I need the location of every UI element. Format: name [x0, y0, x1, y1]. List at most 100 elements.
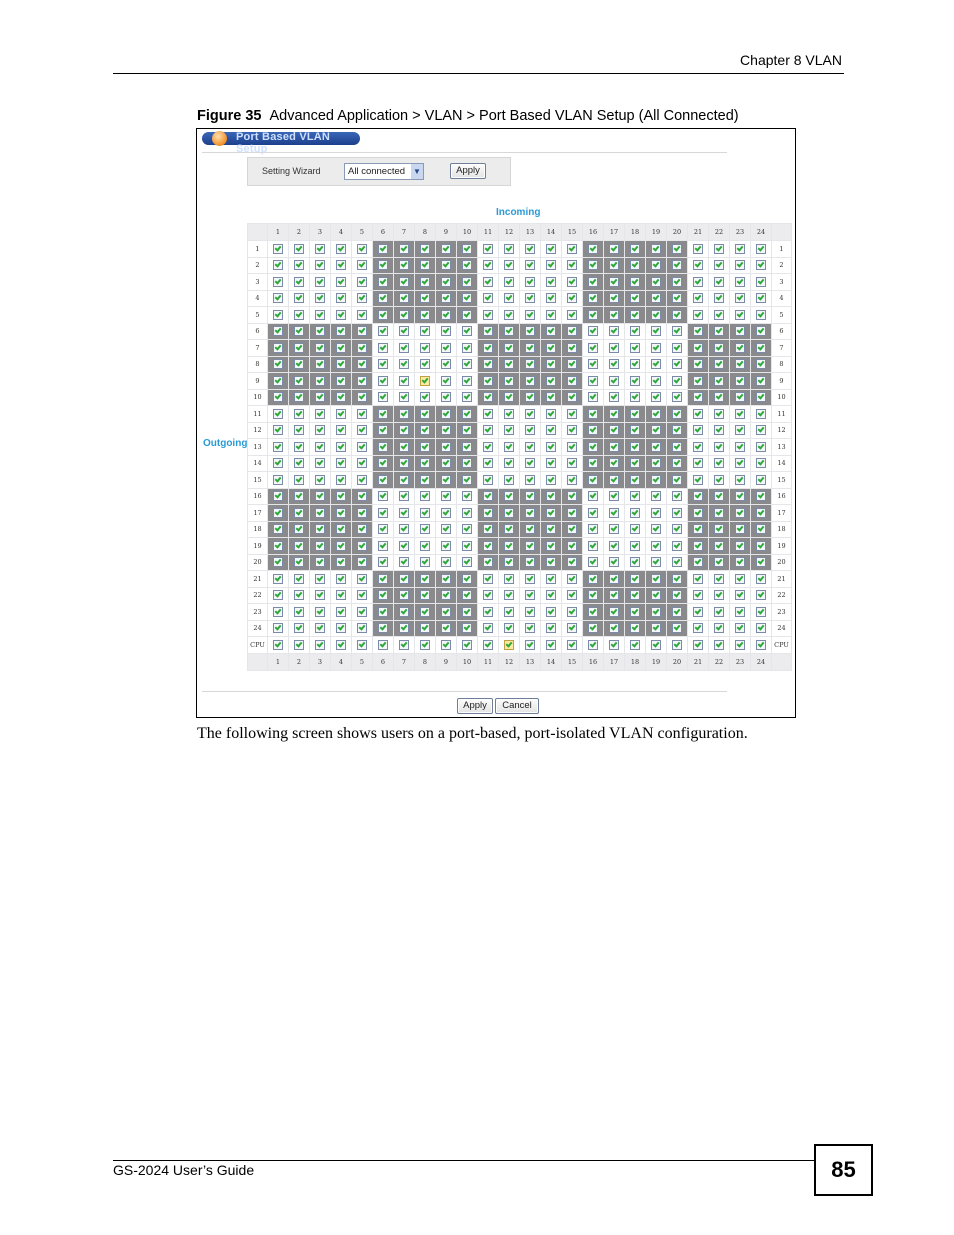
port-checkbox[interactable] [336, 507, 346, 518]
port-checkbox[interactable] [483, 342, 493, 353]
port-checkbox[interactable] [315, 441, 325, 452]
port-checkbox[interactable] [672, 441, 682, 452]
port-checkbox[interactable] [630, 507, 640, 518]
port-checkbox[interactable] [483, 474, 493, 485]
port-checkbox[interactable] [336, 260, 346, 271]
port-checkbox[interactable] [609, 408, 619, 419]
port-checkbox[interactable] [714, 491, 724, 502]
port-checkbox[interactable] [378, 474, 388, 485]
port-checkbox[interactable] [588, 458, 598, 469]
port-checkbox[interactable] [630, 639, 640, 650]
port-checkbox[interactable] [315, 557, 325, 568]
port-checkbox[interactable] [315, 458, 325, 469]
port-checkbox[interactable] [714, 359, 724, 370]
port-checkbox[interactable] [588, 326, 598, 337]
port-checkbox[interactable] [651, 441, 661, 452]
port-checkbox[interactable] [693, 276, 703, 287]
port-checkbox[interactable] [357, 309, 367, 320]
port-checkbox[interactable] [714, 342, 724, 353]
port-checkbox[interactable] [651, 491, 661, 502]
port-checkbox[interactable] [651, 606, 661, 617]
port-checkbox[interactable] [420, 408, 430, 419]
port-checkbox[interactable] [273, 243, 283, 254]
port-checkbox[interactable] [693, 243, 703, 254]
port-checkbox[interactable] [273, 260, 283, 271]
port-checkbox[interactable] [441, 458, 451, 469]
port-checkbox[interactable] [672, 326, 682, 337]
port-checkbox[interactable] [630, 623, 640, 634]
port-checkbox[interactable] [651, 342, 661, 353]
setting-wizard-select[interactable]: All connected ▼ [344, 163, 424, 180]
port-checkbox[interactable] [420, 524, 430, 535]
port-checkbox[interactable] [336, 623, 346, 634]
port-checkbox[interactable] [735, 375, 745, 386]
port-checkbox[interactable] [672, 293, 682, 304]
port-checkbox[interactable] [357, 392, 367, 403]
port-checkbox[interactable] [672, 425, 682, 436]
port-checkbox[interactable] [294, 507, 304, 518]
port-checkbox[interactable] [273, 507, 283, 518]
port-checkbox[interactable] [546, 458, 556, 469]
port-checkbox[interactable] [273, 276, 283, 287]
port-checkbox[interactable] [294, 458, 304, 469]
port-checkbox[interactable] [567, 293, 577, 304]
port-checkbox[interactable] [714, 557, 724, 568]
port-checkbox[interactable] [399, 359, 409, 370]
port-checkbox[interactable] [630, 326, 640, 337]
port-checkbox[interactable] [420, 243, 430, 254]
port-checkbox[interactable] [588, 392, 598, 403]
port-checkbox[interactable] [294, 243, 304, 254]
port-checkbox[interactable] [525, 639, 535, 650]
port-checkbox[interactable] [756, 639, 766, 650]
port-checkbox[interactable] [714, 326, 724, 337]
port-checkbox[interactable] [483, 326, 493, 337]
port-checkbox[interactable] [546, 606, 556, 617]
port-checkbox[interactable] [399, 474, 409, 485]
port-checkbox[interactable] [567, 276, 577, 287]
port-checkbox[interactable] [693, 359, 703, 370]
port-checkbox[interactable] [630, 260, 640, 271]
port-checkbox[interactable] [357, 540, 367, 551]
port-checkbox[interactable] [294, 408, 304, 419]
port-checkbox[interactable] [735, 359, 745, 370]
port-checkbox[interactable] [567, 458, 577, 469]
port-checkbox[interactable] [525, 441, 535, 452]
port-checkbox[interactable] [462, 606, 472, 617]
port-checkbox[interactable] [630, 293, 640, 304]
port-checkbox[interactable] [693, 392, 703, 403]
port-checkbox[interactable] [357, 557, 367, 568]
port-checkbox[interactable] [294, 392, 304, 403]
port-checkbox[interactable] [651, 540, 661, 551]
port-checkbox[interactable] [609, 590, 619, 601]
port-checkbox[interactable] [693, 507, 703, 518]
port-checkbox[interactable] [525, 359, 535, 370]
port-checkbox[interactable] [525, 491, 535, 502]
port-checkbox[interactable] [651, 524, 661, 535]
port-checkbox[interactable] [378, 276, 388, 287]
port-checkbox[interactable] [714, 573, 724, 584]
port-checkbox[interactable] [714, 260, 724, 271]
port-checkbox[interactable] [504, 309, 514, 320]
port-checkbox[interactable] [294, 623, 304, 634]
port-checkbox[interactable] [504, 458, 514, 469]
port-checkbox[interactable] [567, 425, 577, 436]
port-checkbox[interactable] [378, 309, 388, 320]
port-checkbox[interactable] [714, 540, 724, 551]
port-checkbox[interactable] [420, 276, 430, 287]
port-checkbox[interactable] [567, 639, 577, 650]
port-checkbox[interactable] [336, 540, 346, 551]
port-checkbox[interactable] [609, 458, 619, 469]
port-checkbox[interactable] [357, 639, 367, 650]
port-checkbox[interactable] [294, 276, 304, 287]
port-checkbox[interactable] [462, 458, 472, 469]
port-checkbox[interactable] [315, 474, 325, 485]
port-checkbox[interactable] [483, 408, 493, 419]
port-checkbox[interactable] [441, 540, 451, 551]
port-checkbox[interactable] [735, 342, 745, 353]
port-checkbox[interactable] [420, 491, 430, 502]
port-checkbox[interactable] [672, 606, 682, 617]
port-checkbox[interactable] [609, 260, 619, 271]
port-checkbox[interactable] [504, 359, 514, 370]
port-checkbox[interactable] [588, 408, 598, 419]
port-checkbox[interactable] [378, 524, 388, 535]
